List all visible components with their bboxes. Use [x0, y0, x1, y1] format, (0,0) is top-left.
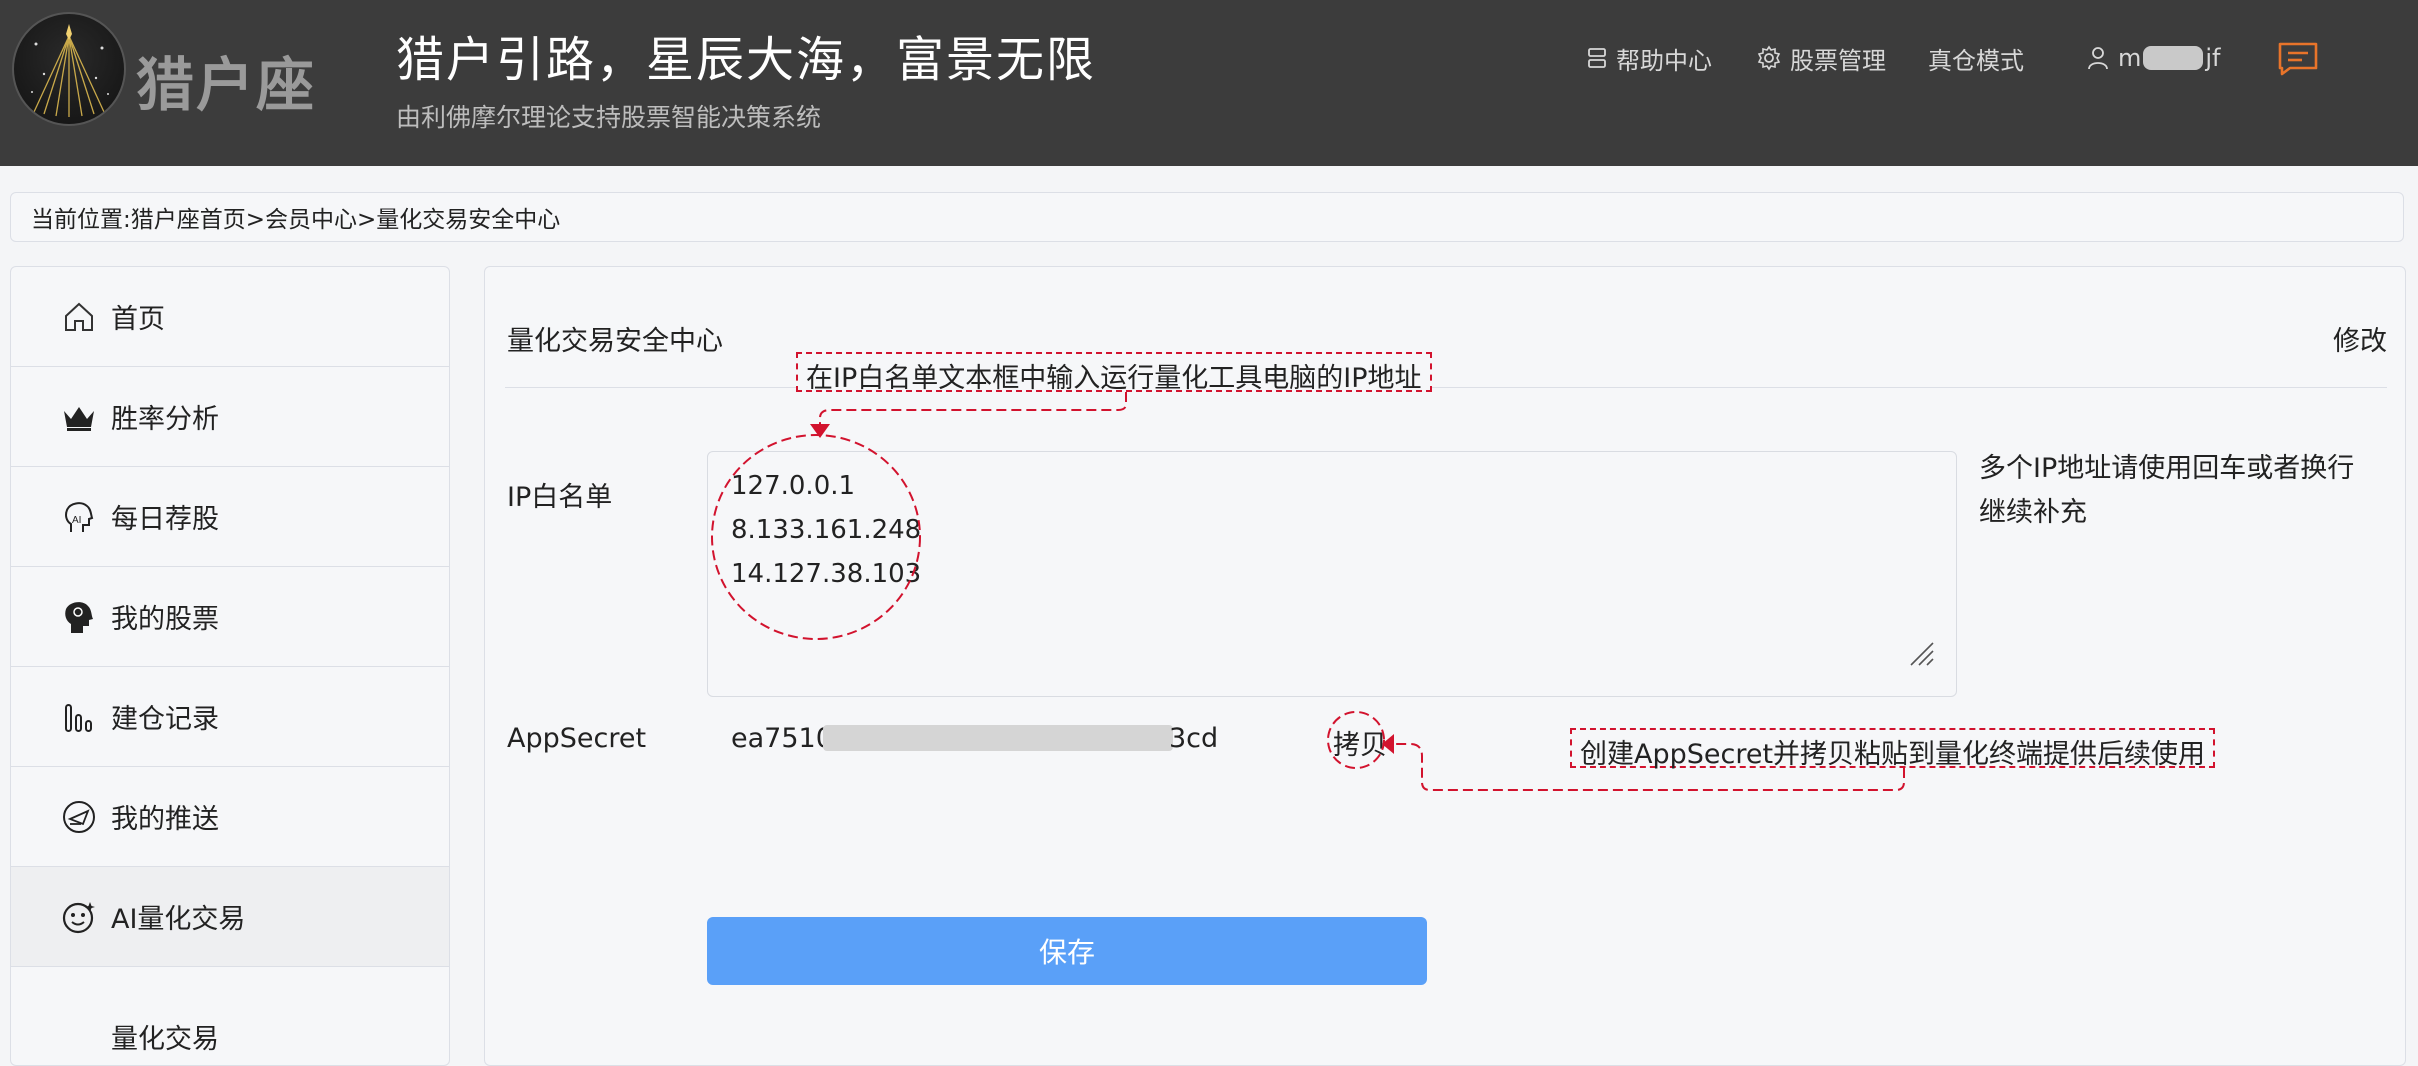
nav-help-label: 帮助中心 [1616, 46, 1712, 75]
edit-button[interactable]: 修改 [2333, 319, 2387, 358]
nav-real-mode[interactable]: 真仓模式 [1928, 40, 2024, 76]
divider [505, 387, 2387, 388]
sidebar-item-my-stocks[interactable]: 我的股票 [11, 567, 449, 667]
appsecret-mask [823, 725, 1173, 751]
bar-chart-icon [65, 704, 92, 732]
sidebar-item-label: 每日荐股 [111, 504, 219, 535]
robot-face-icon [62, 902, 95, 934]
header-subslogan: 由利佛摩尔理论支持股票智能决策系统 [396, 103, 822, 132]
user-name-prefix: m [2118, 44, 2142, 72]
user-name-mask [2143, 46, 2204, 70]
nav-stock-management[interactable]: 股票管理 [1756, 40, 1886, 76]
ip-annotation-note: 在IP白名单文本框中输入运行量化工具电脑的IP地址 [796, 352, 1432, 394]
ip-whitelist-hint: 多个IP地址请使用回车或者换行继续补充 [1979, 453, 2355, 528]
sidebar-item-label: 我的股票 [111, 604, 219, 635]
gear-icon [1757, 45, 1781, 71]
ai-head-icon: AI [65, 502, 94, 532]
nav-help-center[interactable]: 帮助中心 [1586, 40, 1712, 76]
ip-line: 8.133.161.248 [731, 515, 922, 545]
sidebar: 首页 胜率分析 AI 每日荐股 我的股票 建仓记录 我的推送 AI量化交易 量化… [10, 266, 450, 1066]
ip-whitelist-label: IP白名单 [507, 482, 613, 513]
user-name-suffix: jf [2205, 44, 2221, 72]
sidebar-item-label: 首页 [111, 304, 165, 335]
user-menu[interactable]: m jf [2086, 40, 2221, 76]
page-title: 量化交易安全中心 [507, 326, 723, 357]
sidebar-item-win-rate[interactable]: 胜率分析 [11, 367, 449, 467]
sidebar-item-daily-picks[interactable]: AI 每日荐股 [11, 467, 449, 567]
nav-stock-label: 股票管理 [1790, 46, 1886, 75]
appsecret-label: AppSecret [507, 723, 647, 754]
help-icon [1588, 48, 1606, 68]
svg-text:AI: AI [72, 515, 81, 526]
ip-line: 127.0.0.1 [731, 471, 856, 501]
nav-real-mode-label: 真仓模式 [1928, 46, 2024, 75]
sidebar-item-my-push[interactable]: 我的推送 [11, 767, 449, 867]
user-icon [2088, 47, 2108, 70]
main-panel: 量化交易安全中心 修改 IP白名单 127.0.0.1 8.133.161.24… [484, 266, 2406, 1066]
crown-icon [64, 407, 94, 431]
brain-head-icon [65, 602, 93, 633]
header-slogan: 猎户引路，星辰大海，富景无限 [396, 32, 1097, 88]
push-icon [63, 801, 95, 833]
logo-icon[interactable] [12, 12, 126, 126]
top-header: 猎户座 猎户引路，星辰大海，富景无限 由利佛摩尔理论支持股票智能决策系统 帮助中… [0, 0, 2418, 166]
message-icon[interactable] [2276, 40, 2320, 82]
sidebar-item-position-records[interactable]: 建仓记录 [11, 667, 449, 767]
sidebar-subitem-quant-trading[interactable]: 量化交易 [111, 1017, 219, 1056]
home-icon [65, 302, 93, 331]
sidebar-item-label: AI量化交易 [111, 904, 246, 935]
breadcrumb: 当前位置:猎户座首页>会员中心>量化交易安全中心 [10, 192, 2404, 242]
copy-button[interactable]: 拷贝 [1333, 723, 1387, 762]
ip-line: 14.127.38.103 [731, 559, 922, 589]
appsecret-value-suffix: 3cd [1169, 723, 1219, 754]
sidebar-item-label: 我的推送 [111, 804, 219, 835]
resize-handle-icon[interactable] [1905, 637, 1935, 667]
logo-text: 猎户座 [136, 51, 317, 119]
appsecret-value-prefix: ea7510 [731, 723, 833, 754]
sidebar-item-home[interactable]: 首页 [11, 267, 449, 367]
save-button[interactable]: 保存 [707, 917, 1427, 985]
sidebar-item-ai-quant[interactable]: AI量化交易 [11, 867, 449, 967]
secret-annotation-note: 创建AppSecret并拷贝粘贴到量化终端提供后续使用 [1570, 728, 2216, 770]
sidebar-item-label: 胜率分析 [111, 404, 219, 435]
sidebar-item-label: 建仓记录 [111, 704, 219, 735]
